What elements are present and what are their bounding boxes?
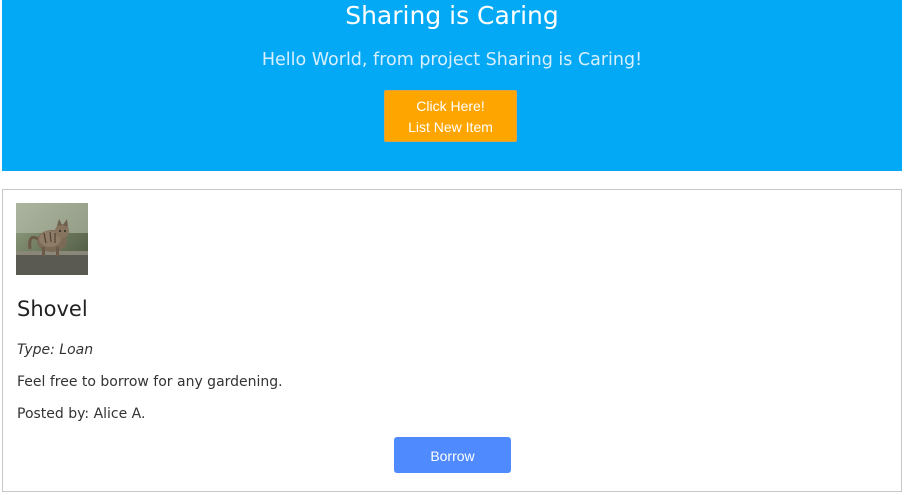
page-title: Sharing is Caring	[345, 1, 559, 30]
item-card: Shovel Type: Loan Feel free to borrow fo…	[2, 189, 902, 492]
item-description: Feel free to borrow for any gardening.	[17, 374, 283, 390]
cta-line-1: Click Here!	[416, 98, 485, 114]
item-image	[16, 203, 88, 275]
list-new-item-button[interactable]: Click Here! List New Item	[384, 90, 517, 142]
hero-subtitle: Hello World, from project Sharing is Car…	[261, 50, 643, 70]
hero-banner: Sharing is Caring Hello World, from proj…	[2, 0, 902, 171]
item-type: Type: Loan	[17, 342, 94, 358]
cta-line-2: List New Item	[408, 119, 493, 135]
item-thumbnail	[16, 203, 88, 275]
item-posted-by: Posted by: Alice A.	[17, 406, 146, 422]
item-name: Shovel	[17, 297, 88, 321]
page: Sharing is Caring Hello World, from proj…	[0, 0, 904, 495]
borrow-button[interactable]: Borrow	[394, 437, 511, 473]
